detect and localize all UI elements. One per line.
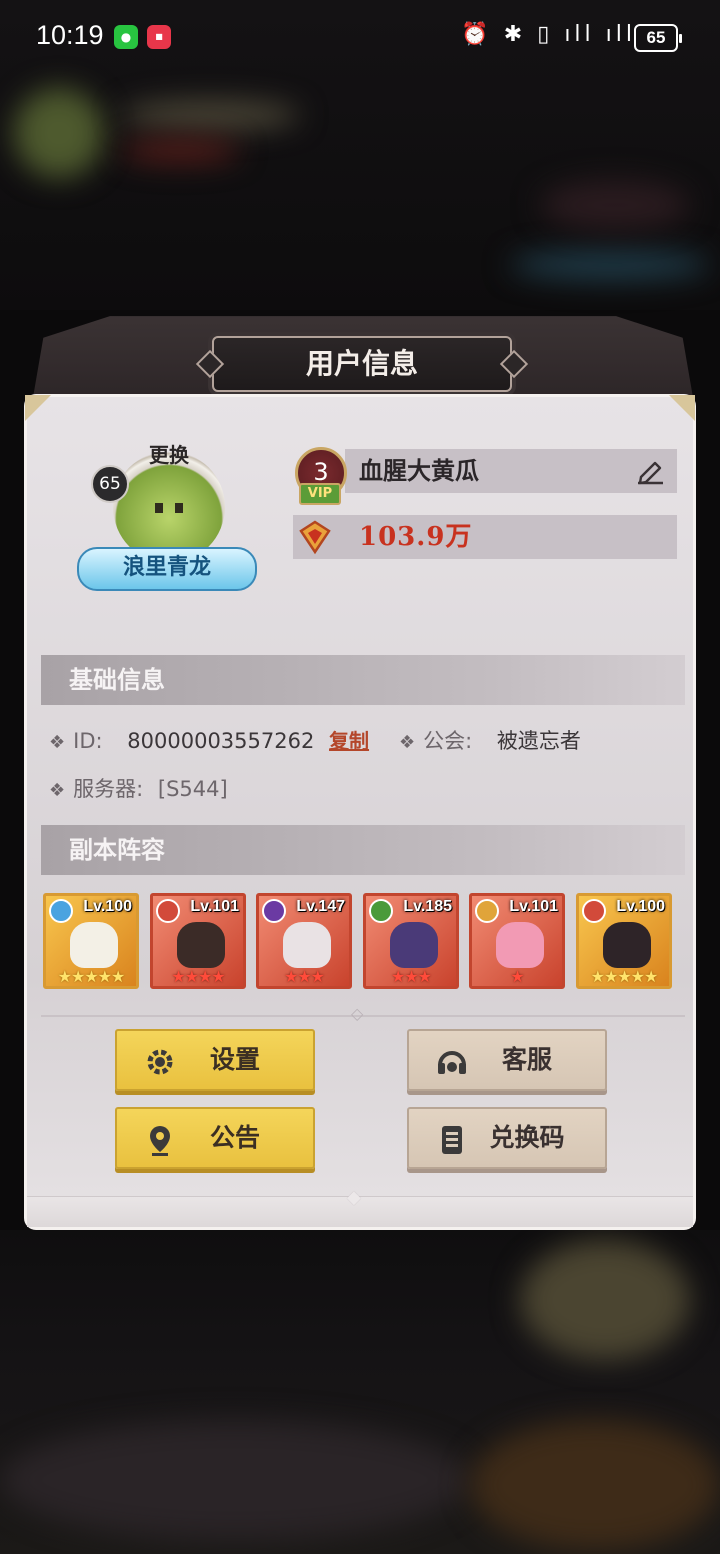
settings-button[interactable]: 设置 [115, 1029, 315, 1091]
guild-value: 被遗忘者 [496, 729, 581, 753]
copy-id-button[interactable]: 复制 [329, 729, 369, 753]
guild-label: 公会: [423, 729, 473, 753]
redeem-code-button[interactable]: 兑换码 [407, 1107, 607, 1169]
combat-power-icon [299, 520, 331, 555]
customer-service-button[interactable]: 客服 [407, 1029, 607, 1091]
announcement-label: 公告 [209, 1123, 260, 1152]
combat-power-value: 103.9万 [359, 522, 473, 552]
player-name-bar: 血腥大黄瓜 [345, 449, 677, 493]
player-name: 血腥大黄瓜 [359, 457, 479, 485]
settings-label: 设置 [209, 1045, 260, 1074]
lineup-title: 副本阵容 [69, 836, 165, 864]
hero-lineup: Lv.100 ★★★★★ Lv.101 ★★★★ Lv.147 ★★★ Lv.1… [43, 893, 683, 993]
guild-row: ❖ 公会: 被遗忘者 [399, 725, 581, 755]
hero-level: Lv.100 [616, 898, 665, 915]
hero-portrait [390, 922, 438, 968]
hero-card[interactable]: Lv.101 ★ [469, 893, 565, 989]
vip-label: VIP [299, 483, 341, 505]
element-icon [156, 899, 180, 923]
element-icon [582, 899, 606, 923]
element-icon [49, 899, 73, 923]
title-ribbon: 浪里青龙 [77, 547, 257, 591]
dialog-body: 更换 65 浪里青龙 血腥大黄瓜 3 VIP 103.9万 基础信息 ❖ ID:… [24, 394, 696, 1230]
basic-info-header: 基础信息 [41, 655, 685, 705]
divider [41, 1004, 685, 1023]
customer-service-label: 客服 [501, 1045, 552, 1074]
hero-card[interactable]: Lv.101 ★★★★ [150, 893, 246, 989]
combat-power-bar: 103.9万 [293, 515, 677, 559]
user-info-dialog: 用户信息 更换 65 浪里青龙 血腥大黄瓜 3 VIP 103.9万 基础信息 … [24, 312, 696, 1230]
element-icon [369, 899, 393, 923]
hero-stars: ★★★ [283, 967, 325, 986]
corner-ornament-left [25, 395, 51, 421]
bottom-ornament [27, 1187, 693, 1227]
hero-card[interactable]: Lv.100 ★★★★★ [576, 893, 672, 989]
hero-portrait [603, 922, 651, 968]
hero-portrait [70, 922, 118, 968]
hero-stars: ★★★★ [171, 967, 225, 986]
hero-portrait [283, 922, 331, 968]
server-label: 服务器: [73, 777, 144, 801]
lineup-header: 副本阵容 [41, 825, 685, 875]
dialog-title: 用户信息 [212, 336, 512, 392]
hero-level: Lv.185 [403, 898, 452, 915]
hero-level: Lv.147 [296, 898, 345, 915]
vip-badge: 3 VIP [289, 447, 347, 509]
edit-icon[interactable] [635, 457, 665, 485]
hero-stars: ★★★★★ [57, 967, 126, 986]
hero-portrait [177, 922, 225, 968]
hero-stars: ★★★★★ [590, 967, 659, 986]
id-label: ID: [73, 729, 103, 753]
avatar-face [141, 493, 197, 533]
hero-portrait [496, 922, 544, 968]
huawei-app-icon: ■ [147, 25, 171, 49]
element-icon [262, 899, 286, 923]
id-row: ❖ ID: 80000003557262 复制 [49, 725, 369, 754]
announcement-button[interactable]: 公告 [115, 1107, 315, 1169]
id-value: 80000003557262 [127, 729, 315, 753]
status-bar: 10:19 ● ■ ⏰ ✱ ▯ ıll ıll 65 [0, 0, 720, 76]
hero-card[interactable]: Lv.185 ★★★ [363, 893, 459, 989]
basic-info-title: 基础信息 [69, 666, 165, 694]
hero-stars: ★★★ [390, 967, 432, 986]
change-avatar-label[interactable]: 更换 [139, 439, 199, 468]
hero-level: Lv.100 [83, 898, 132, 915]
corner-ornament-right [669, 395, 695, 421]
diamond-bullet-icon: ❖ [49, 732, 66, 753]
hero-card[interactable]: Lv.147 ★★★ [256, 893, 352, 989]
hero-level: Lv.101 [509, 898, 558, 915]
element-icon [475, 899, 499, 923]
server-value: [S544] [157, 777, 228, 801]
battery-icon: 65 [634, 24, 682, 52]
diamond-bullet-icon: ❖ [49, 780, 66, 801]
system-status-icons: ⏰ ✱ ▯ ıll ıll [461, 22, 636, 47]
diamond-bullet-icon: ❖ [399, 732, 416, 753]
hero-card[interactable]: Lv.100 ★★★★★ [43, 893, 139, 989]
status-time: 10:19 [36, 20, 104, 50]
server-row: ❖ 服务器: [S544] [49, 773, 228, 803]
player-level-badge: 65 [91, 465, 129, 503]
avatar[interactable]: 更换 65 浪里青龙 [77, 437, 257, 597]
hero-level: Lv.101 [190, 898, 239, 915]
wechat-icon: ● [114, 25, 138, 49]
hero-stars: ★ [510, 967, 524, 986]
redeem-code-label: 兑换码 [489, 1123, 565, 1152]
